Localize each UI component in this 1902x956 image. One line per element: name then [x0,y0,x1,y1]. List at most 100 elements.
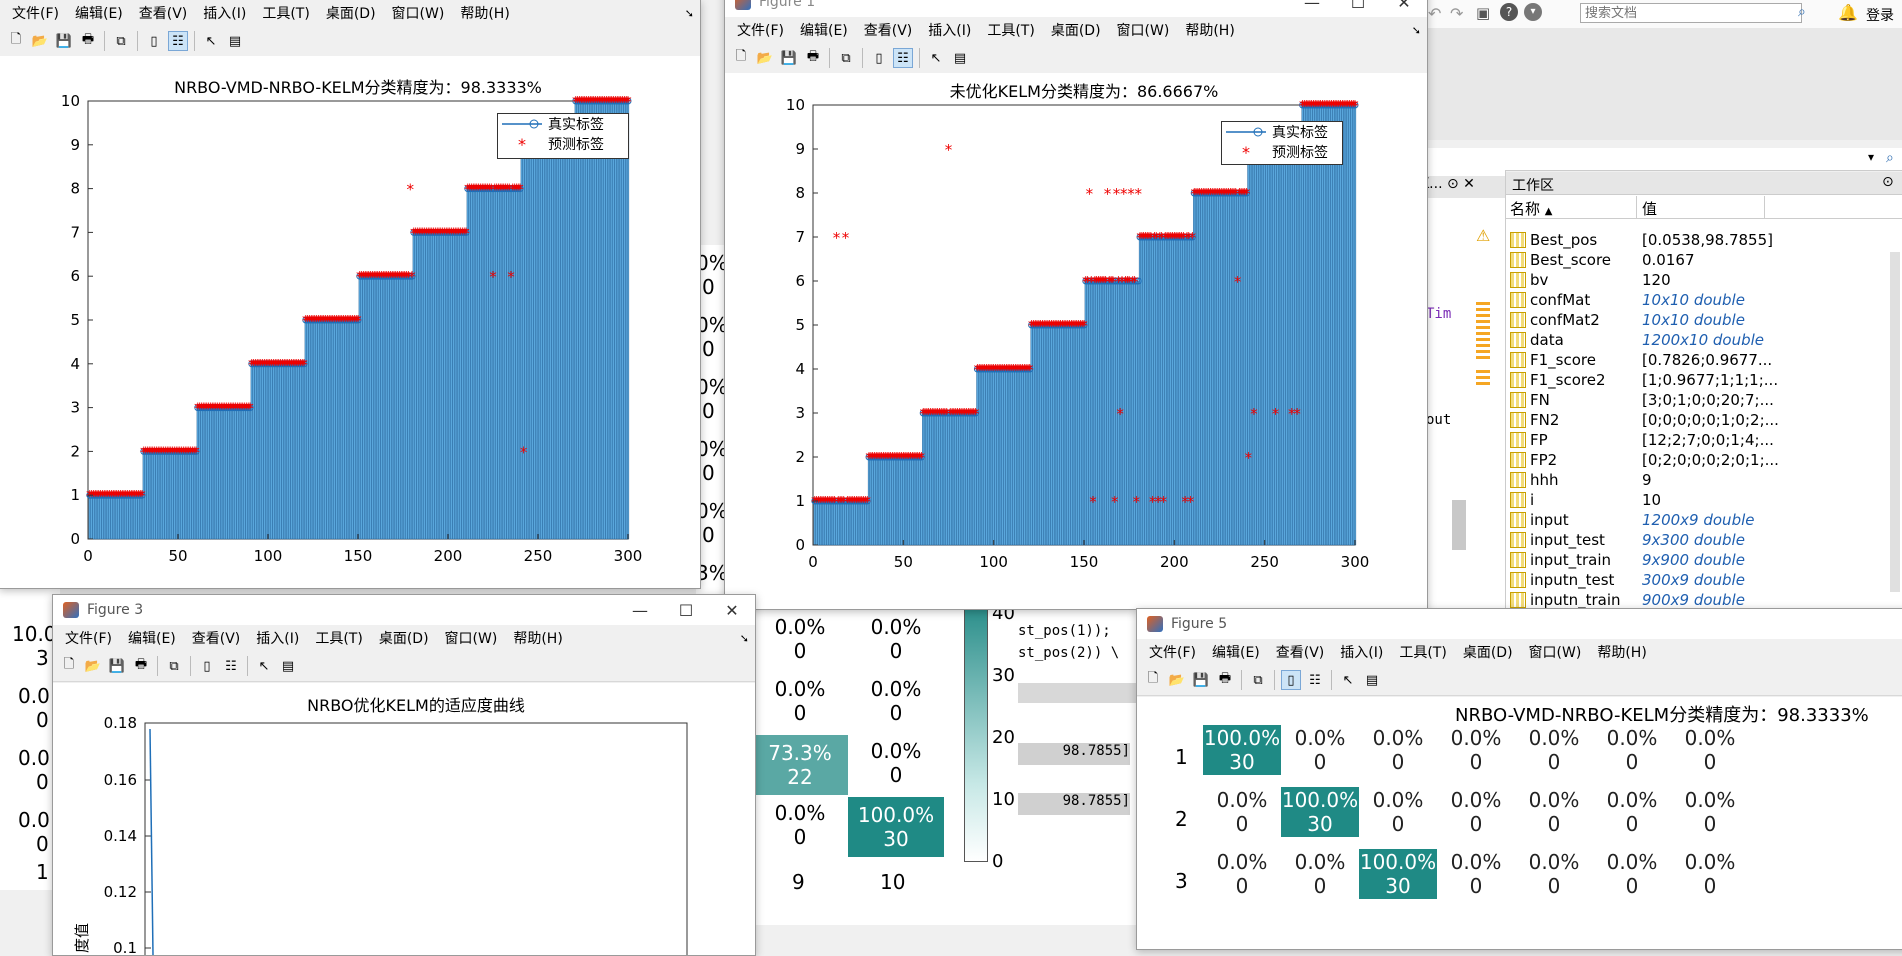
menu-desktop[interactable]: 桌面(D) [318,3,384,23]
workspace-row-fn[interactable]: FN [3;0;1;0;0;20;7;... [1506,390,1886,410]
save-icon[interactable]: 💾 [779,48,799,68]
workspace-scrollbar[interactable] [1890,252,1900,592]
save-icon[interactable]: 💾 [1191,670,1211,690]
warning-icon[interactable]: ⚠ [1476,226,1490,245]
menu-view[interactable]: 查看(V) [184,628,249,648]
legend-icon[interactable]: ☷ [1305,670,1325,690]
print-icon[interactable]: 🖶 [1215,670,1235,690]
menu-view[interactable]: 查看(V) [856,20,921,40]
menu-window[interactable]: 窗口(W) [1521,642,1590,662]
new-figure-icon[interactable]: 🗋 [731,48,751,68]
notification-icon[interactable]: 🔔 [1838,3,1858,22]
workspace-row-data[interactable]: data 1200x10 double [1506,330,1886,350]
menu-edit[interactable]: 编辑(E) [67,3,131,23]
workspace-row-fn2[interactable]: FN2 [0;0;0;0;0;1;0;2;... [1506,410,1886,430]
workspace-row-confmat[interactable]: confMat 10x10 double [1506,290,1886,310]
switch-window-icon[interactable]: ▣ [1476,4,1490,22]
menu-help[interactable]: 帮助(H) [452,3,517,23]
menu-help[interactable]: 帮助(H) [505,628,570,648]
close-icon[interactable]: ✕ [1381,0,1427,12]
undo-icon[interactable]: ↶ [1428,4,1441,23]
scrollbar-thumb[interactable] [1452,500,1466,550]
menu-tools[interactable]: 工具(T) [1391,642,1454,662]
legend-icon[interactable]: ☷ [221,656,241,676]
open-file-icon[interactable]: 📂 [30,31,50,51]
link-plot-icon[interactable]: ⧉ [1248,670,1268,690]
search-input[interactable] [1580,3,1802,23]
colorbar-icon[interactable]: ▯ [197,656,217,676]
open-file-icon[interactable]: 📂 [83,656,103,676]
legend[interactable]: 真实标签 * 预测标签 [497,113,629,159]
menu-desktop[interactable]: 桌面(D) [371,628,437,648]
property-inspector-icon[interactable]: ▤ [950,48,970,68]
search-icon[interactable]: ⌕ [1798,4,1806,20]
print-icon[interactable]: 🖶 [131,656,151,676]
dock-arrow-icon[interactable]: ➘ [677,7,700,20]
menu-help[interactable]: 帮助(H) [1589,642,1654,662]
menu-insert[interactable]: 插入(I) [1332,642,1391,662]
colorbar-icon[interactable]: ▯ [869,48,889,68]
menu-tools[interactable]: 工具(T) [979,20,1042,40]
workspace-row-inputn_train[interactable]: inputn_train 900x9 double [1506,590,1886,610]
maximize-icon[interactable]: ☐ [663,601,709,620]
save-icon[interactable]: 💾 [54,31,74,51]
menu-view[interactable]: 查看(V) [131,3,196,23]
menu-window[interactable]: 窗口(W) [437,628,506,648]
address-dropdown-icon[interactable]: ▾ [1868,150,1874,164]
col-name-header[interactable]: 名称 ▲ [1510,198,1553,219]
edit-plot-arrow-icon[interactable]: ↖ [926,48,946,68]
maximize-icon[interactable]: ☐ [1335,0,1381,12]
link-plot-icon[interactable]: ⧉ [164,656,184,676]
property-inspector-icon[interactable]: ▤ [225,31,245,51]
legend-icon[interactable]: ☷ [893,48,913,68]
workspace-row-fp2[interactable]: FP2 [0;2;0;0;0;2;0;1;... [1506,450,1886,470]
menu-insert[interactable]: 插入(I) [195,3,254,23]
minimize-icon[interactable]: — [1289,0,1335,12]
open-file-icon[interactable]: 📂 [1167,670,1187,690]
col-value-header[interactable]: 值 [1642,198,1657,219]
workspace-row-best_score[interactable]: Best_score 0.0167 [1506,250,1886,270]
workspace-menu-icon[interactable]: ⊙ [1882,174,1894,190]
workspace-row-fp[interactable]: FP [12;2;7;0;0;1;4;... [1506,430,1886,450]
panel-tab[interactable]: K... ⊙ ✕ [1420,176,1505,198]
dock-arrow-icon[interactable]: ➘ [732,632,755,645]
panel-close-icon[interactable]: ✕ [1463,176,1475,192]
new-figure-icon[interactable]: 🗋 [1143,670,1163,690]
menu-tools[interactable]: 工具(T) [307,628,370,648]
new-figure-icon[interactable]: 🗋 [6,31,26,51]
minimize-icon[interactable]: — [617,601,663,620]
redo-icon[interactable]: ↷ [1450,4,1463,23]
legend[interactable]: 真实标签 * 预测标签 [1221,121,1343,165]
panel-collapse-icon[interactable]: ⊙ [1447,176,1459,192]
menu-edit[interactable]: 编辑(E) [1204,642,1268,662]
workspace-row-bv[interactable]: bv 120 [1506,270,1886,290]
workspace-row-i[interactable]: i 10 [1506,490,1886,510]
menu-file[interactable]: 文件(F) [729,20,792,40]
menu-file[interactable]: 文件(F) [4,3,67,23]
workspace-row-best_pos[interactable]: Best_pos [0.0538,98.7855] [1506,230,1886,250]
colorbar-icon[interactable]: ▯ [144,31,164,51]
save-icon[interactable]: 💾 [107,656,127,676]
open-file-icon[interactable]: 📂 [755,48,775,68]
menu-window[interactable]: 窗口(W) [1109,20,1178,40]
menu-view[interactable]: 查看(V) [1268,642,1333,662]
legend-icon[interactable]: ☷ [168,31,188,51]
edit-plot-arrow-icon[interactable]: ↖ [254,656,274,676]
edit-plot-arrow-icon[interactable]: ↖ [1338,670,1358,690]
property-inspector-icon[interactable]: ▤ [278,656,298,676]
help-icon[interactable]: ? [1500,3,1518,21]
menu-insert[interactable]: 插入(I) [248,628,307,648]
workspace-row-f1_score[interactable]: F1_score [0.7826;0.9677... [1506,350,1886,370]
menu-tools[interactable]: 工具(T) [254,3,317,23]
menu-desktop[interactable]: 桌面(D) [1043,20,1109,40]
edit-plot-arrow-icon[interactable]: ↖ [201,31,221,51]
menu-window[interactable]: 窗口(W) [384,3,453,23]
property-inspector-icon[interactable]: ▤ [1362,670,1382,690]
menu-edit[interactable]: 编辑(E) [792,20,856,40]
workspace-row-f1_score2[interactable]: F1_score2 [1;0.9677;1;1;1;... [1506,370,1886,390]
link-plot-icon[interactable]: ⧉ [111,31,131,51]
address-search-icon[interactable]: ⌕ [1886,150,1894,166]
workspace-row-input[interactable]: input 1200x9 double [1506,510,1886,530]
workspace-row-input_test[interactable]: input_test 9x300 double [1506,530,1886,550]
menu-insert[interactable]: 插入(I) [920,20,979,40]
